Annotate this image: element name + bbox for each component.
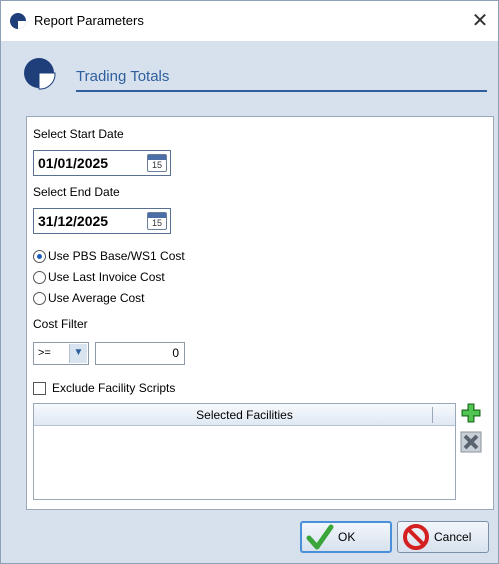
- report-header: Trading Totals: [21, 55, 487, 95]
- cost-option-label: Use Last Invoice Cost: [48, 270, 165, 284]
- end-date-field[interactable]: 31/12/2025 15: [33, 208, 171, 234]
- calendar-day: 15: [151, 160, 162, 170]
- cost-option-label: Use Average Cost: [48, 291, 145, 305]
- column-separator: [432, 407, 433, 423]
- exclude-facility-label: Exclude Facility Scripts: [52, 381, 176, 395]
- report-parameters-dialog: Report Parameters ✕ Trading Totals Selec…: [0, 0, 499, 564]
- window-title: Report Parameters: [34, 13, 144, 28]
- chevron-down-icon[interactable]: ▼: [69, 344, 87, 363]
- cost-filter-operator-select[interactable]: >= ▼: [33, 342, 89, 365]
- exclude-facility-checkbox[interactable]: [33, 381, 46, 395]
- cost-option-label: Use PBS Base/WS1 Cost: [48, 249, 185, 263]
- calendar-icon[interactable]: 15: [147, 154, 167, 172]
- checkmark-icon: [306, 524, 334, 550]
- end-date-value: 31/12/2025: [38, 213, 109, 229]
- report-logo-icon: [24, 58, 56, 90]
- calendar-day: 15: [151, 218, 162, 228]
- header-divider: [76, 90, 487, 92]
- remove-facility-icon[interactable]: [460, 431, 482, 453]
- cost-option-pbs[interactable]: Use PBS Base/WS1 Cost: [33, 248, 185, 264]
- report-title: Trading Totals: [76, 68, 170, 85]
- radio-button[interactable]: [33, 270, 46, 284]
- parameters-panel: Select Start Date 01/01/2025 15 Select E…: [26, 116, 494, 510]
- start-date-label: Select Start Date: [33, 127, 124, 141]
- ok-label: OK: [338, 530, 356, 544]
- ok-button[interactable]: OK: [300, 521, 392, 553]
- facilities-column-header[interactable]: Selected Facilities: [34, 404, 455, 426]
- cost-option-average[interactable]: Use Average Cost: [33, 290, 145, 306]
- facilities-grid[interactable]: Selected Facilities: [33, 403, 456, 500]
- radio-button[interactable]: [33, 291, 46, 305]
- start-date-value: 01/01/2025: [38, 155, 109, 171]
- cost-option-last-invoice[interactable]: Use Last Invoice Cost: [33, 269, 165, 285]
- calendar-icon[interactable]: 15: [147, 212, 167, 230]
- cancel-icon: [403, 524, 429, 550]
- cost-filter-value-input[interactable]: 0: [95, 342, 185, 365]
- end-date-label: Select End Date: [33, 185, 120, 199]
- close-button[interactable]: ✕: [466, 7, 494, 35]
- cancel-label: Cancel: [434, 530, 472, 544]
- app-logo-icon: [10, 13, 26, 29]
- start-date-field[interactable]: 01/01/2025 15: [33, 150, 171, 176]
- facilities-header-label: Selected Facilities: [196, 408, 293, 422]
- radio-button[interactable]: [33, 249, 46, 263]
- cancel-button[interactable]: Cancel: [397, 521, 489, 553]
- operator-value: >=: [38, 347, 51, 359]
- add-facility-icon[interactable]: [460, 402, 482, 424]
- exclude-facility-checkbox-row[interactable]: Exclude Facility Scripts: [33, 381, 175, 395]
- cost-filter-label: Cost Filter: [33, 317, 88, 331]
- title-bar: Report Parameters ✕: [1, 1, 498, 41]
